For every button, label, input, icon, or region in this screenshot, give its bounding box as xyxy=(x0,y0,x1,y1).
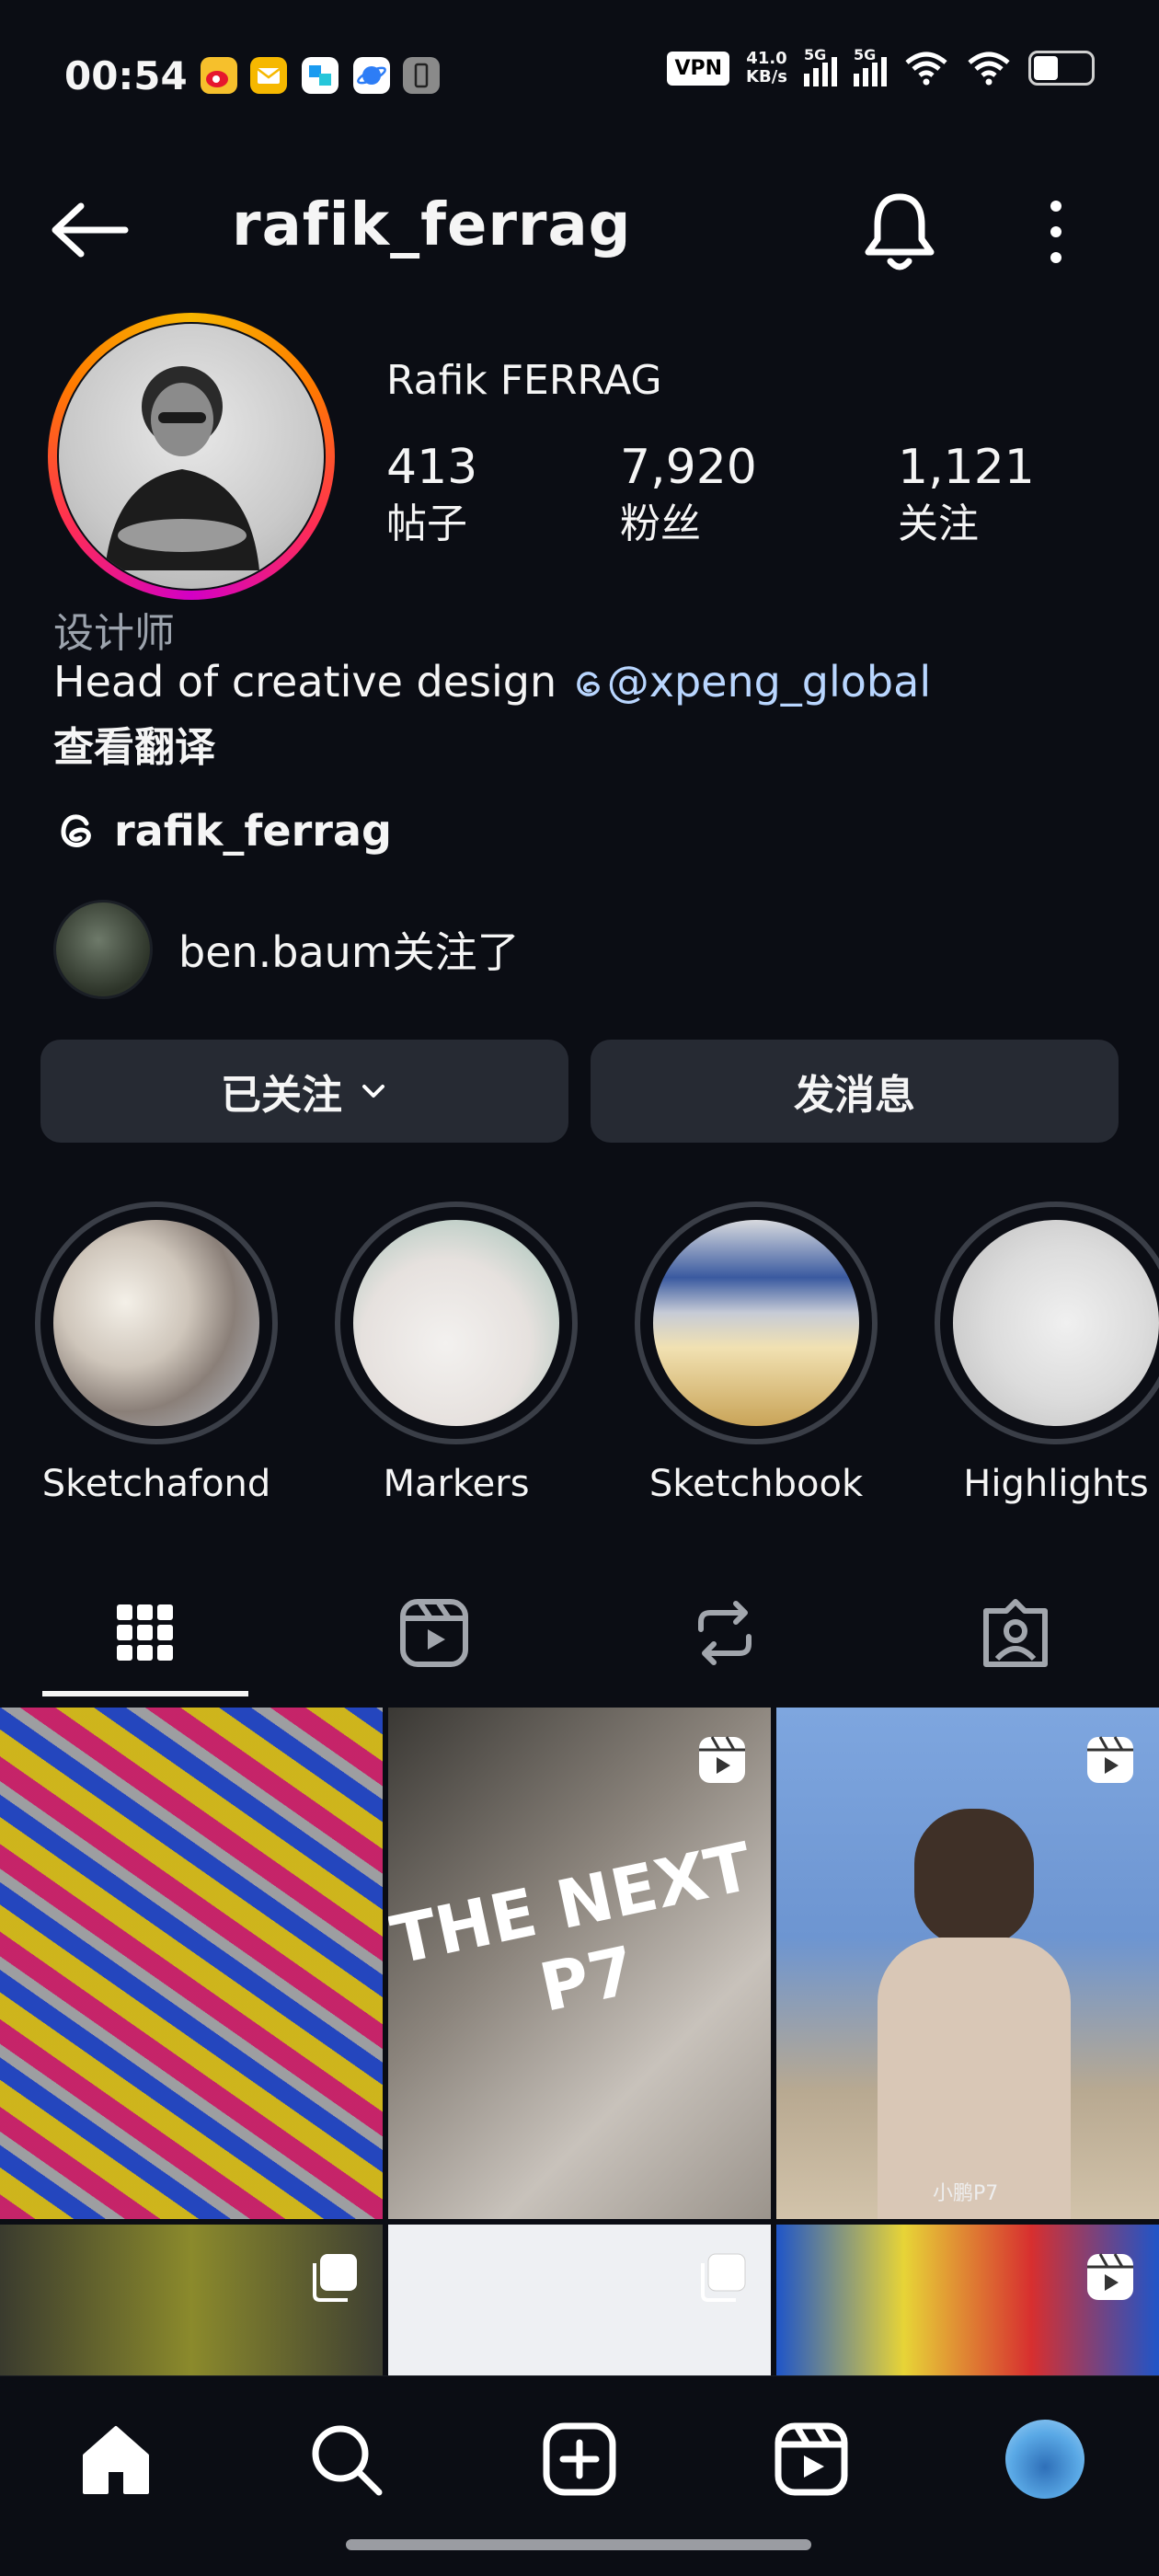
reel-badge-icon xyxy=(699,1736,745,1783)
profile-category: 设计师 xyxy=(53,610,175,657)
profile-full-name: Rafik FERRAG xyxy=(386,357,662,404)
back-arrow-icon[interactable] xyxy=(48,201,131,259)
notification-bell-icon[interactable] xyxy=(861,190,938,272)
weibo-icon xyxy=(201,57,237,94)
highlight-highlights[interactable]: Highlights xyxy=(935,1202,1159,1505)
see-translation-link[interactable]: 查看翻译 xyxy=(53,714,215,773)
nav-profile[interactable] xyxy=(999,2413,1091,2505)
mutual-followers[interactable]: ben.baum关注了 xyxy=(53,900,520,999)
search-icon xyxy=(312,2425,383,2496)
stat-following[interactable]: 1,121 关注 xyxy=(898,440,1035,554)
highlight-sketchafond[interactable]: Sketchafond xyxy=(35,1202,278,1505)
app-icon xyxy=(302,57,339,94)
post-item[interactable]: 小鹏P7 xyxy=(776,1708,1159,2219)
nav-home[interactable] xyxy=(70,2413,162,2505)
nav-create[interactable] xyxy=(534,2413,625,2505)
profile-header: rafik_ferrag xyxy=(0,175,1159,285)
signal-sim1-icon: 5G xyxy=(804,46,837,86)
message-button[interactable]: 发消息 xyxy=(591,1040,1119,1143)
stat-followers[interactable]: 7,920 粉丝 xyxy=(620,440,757,554)
reel-badge-icon xyxy=(1087,2253,1133,2300)
profile-tabs xyxy=(0,1564,1159,1702)
phone-icon xyxy=(403,57,440,94)
post-item[interactable] xyxy=(0,1708,383,2219)
bio-mention-link[interactable]: @xpeng_global xyxy=(570,657,931,707)
profile-avatar-story-ring[interactable] xyxy=(48,313,335,600)
tagged-icon xyxy=(983,1599,1048,1667)
page-title-username: rafik_ferrag xyxy=(232,191,632,259)
post-item[interactable] xyxy=(0,2225,383,2375)
tab-reposts[interactable] xyxy=(616,1564,833,1702)
stat-posts[interactable]: 413 帖子 xyxy=(386,440,477,554)
reels-icon xyxy=(400,1599,468,1667)
tab-reels[interactable] xyxy=(326,1564,543,1702)
battery-icon xyxy=(1028,51,1095,86)
mutual-follower-avatar xyxy=(53,900,153,999)
nav-search[interactable] xyxy=(300,2413,392,2505)
carousel-badge-icon xyxy=(701,2253,746,2302)
vpn-badge: VPN xyxy=(667,51,730,86)
create-icon xyxy=(543,2422,616,2496)
reel-badge-icon xyxy=(1087,1736,1133,1783)
wifi-icon xyxy=(905,52,947,86)
active-tab-indicator xyxy=(42,1691,248,1696)
post-item[interactable] xyxy=(388,2225,771,2375)
wifi-icon-2 xyxy=(968,52,1010,86)
post-item[interactable]: THE NEXT P7 xyxy=(388,1708,771,2219)
browser-icon xyxy=(353,57,390,94)
threads-profile-link[interactable]: rafik_ferrag xyxy=(53,806,392,856)
tab-tagged[interactable] xyxy=(907,1564,1124,1702)
more-options-icon[interactable] xyxy=(1036,195,1076,269)
home-icon xyxy=(83,2426,149,2494)
post-item[interactable] xyxy=(776,2225,1159,2375)
threads-handle: rafik_ferrag xyxy=(114,806,392,856)
profile-avatar xyxy=(59,324,324,589)
threads-mention-icon xyxy=(576,672,600,696)
threads-icon xyxy=(61,814,91,847)
nav-reels[interactable] xyxy=(765,2413,857,2505)
tab-posts-grid[interactable] xyxy=(37,1564,254,1702)
net-speed: 41.0 KB/s xyxy=(746,49,787,86)
following-button[interactable]: 已关注 xyxy=(40,1040,568,1143)
highlight-sketchbook[interactable]: Sketchbook xyxy=(635,1202,878,1505)
status-bar: 00:54 VPN 41.0 KB/s 5G 5G xyxy=(0,0,1159,156)
posts-grid: THE NEXT P7 小鹏P7 xyxy=(0,1708,1159,2375)
post-overlay-text: 小鹏P7 xyxy=(933,2182,999,2205)
mail-icon xyxy=(250,57,287,94)
chevron-down-icon xyxy=(362,1085,384,1098)
profile-bio: Head of creative design @xpeng_global xyxy=(53,657,932,707)
signal-sim2-icon: 5G xyxy=(854,46,887,86)
highlight-markers[interactable]: Markers xyxy=(335,1202,578,1505)
carousel-badge-icon xyxy=(313,2254,357,2302)
post-overlay-text: THE NEXT P7 xyxy=(388,1827,759,2027)
reels-icon xyxy=(775,2422,848,2496)
reposts-icon xyxy=(698,1601,752,1665)
mutual-followers-text: ben.baum关注了 xyxy=(178,927,520,977)
profile-avatar xyxy=(1003,2417,1087,2501)
status-time: 00:54 xyxy=(64,53,188,98)
gesture-home-bar[interactable] xyxy=(346,2539,811,2550)
grid-icon xyxy=(117,1604,173,1661)
